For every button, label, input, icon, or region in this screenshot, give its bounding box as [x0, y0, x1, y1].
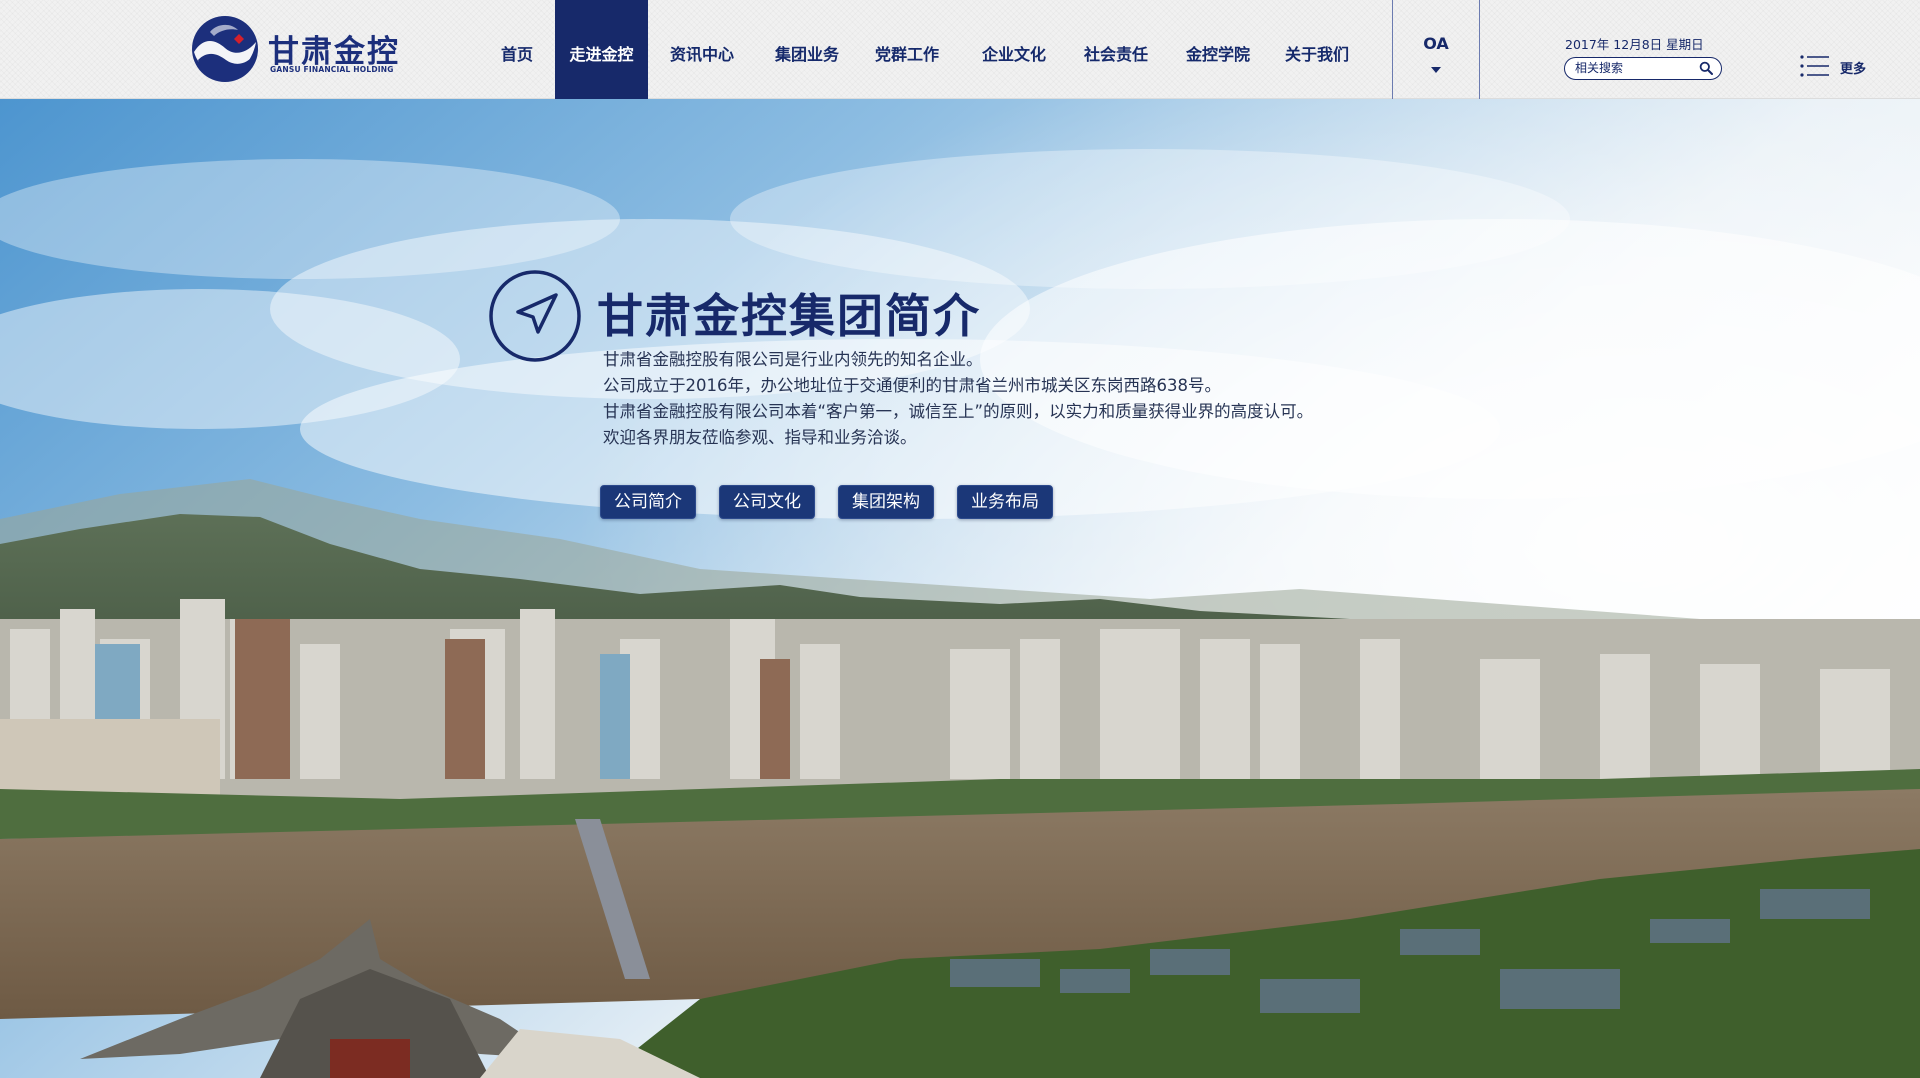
site-logo[interactable]: 甘肃金控 GANSU FINANCIAL HOLDING: [190, 14, 420, 86]
nav-item-academy[interactable]: 金控学院: [1176, 0, 1260, 99]
company-profile-button[interactable]: 公司简介: [600, 485, 696, 519]
nav-item-about-group[interactable]: 走进金控: [555, 0, 648, 99]
more-menu-button[interactable]: 更多: [1800, 54, 1880, 80]
nav-item-home[interactable]: 首页: [495, 0, 539, 99]
intro-line: 甘肃省金融控股有限公司是行业内领先的知名企业。: [603, 350, 983, 369]
intro-title: 甘肃金控集团简介: [597, 289, 981, 343]
search-icon[interactable]: [1699, 61, 1713, 75]
intro-line: 欢迎各界朋友莅临参观、指导和业务洽谈。: [603, 428, 917, 447]
search-box[interactable]: [1564, 57, 1722, 80]
nav-item-party-work[interactable]: 党群工作: [865, 0, 949, 99]
oa-label: OA: [1423, 34, 1449, 53]
logo-mark-icon: [192, 16, 258, 82]
menu-list-icon: [1800, 55, 1829, 77]
nav-item-news-center[interactable]: 资讯中心: [660, 0, 744, 99]
nav-item-corporate-culture[interactable]: 企业文化: [972, 0, 1056, 99]
more-label: 更多: [1840, 62, 1867, 77]
logo-name-en: GANSU FINANCIAL HOLDING: [270, 65, 394, 74]
intro-paragraph: 甘肃省金融控股有限公司是行业内领先的知名企业。 公司成立于2016年，办公地址位…: [603, 347, 1313, 451]
company-culture-button[interactable]: 公司文化: [719, 485, 815, 519]
hero-banner: 甘肃金控集团简介 甘肃省金融控股有限公司是行业内领先的知名企业。 公司成立于20…: [0, 99, 1920, 1078]
intro-line: 甘肃省金融控股有限公司本着“客户第一，诚信至上”的原则，以实力和质量获得业界的高…: [603, 402, 1314, 421]
oa-dropdown[interactable]: OA: [1392, 0, 1480, 99]
group-structure-button[interactable]: 集团架构: [838, 485, 934, 519]
current-date: 2017年 12月8日 星期日: [1565, 37, 1704, 52]
compass-arrow-icon: [489, 270, 581, 362]
nav-item-about-us[interactable]: 关于我们: [1275, 0, 1359, 99]
search-input[interactable]: [1575, 60, 1695, 76]
intro-line: 公司成立于2016年，办公地址位于交通便利的甘肃省兰州市城关区东岗西路638号。: [603, 376, 1221, 395]
site-header: 甘肃金控 GANSU FINANCIAL HOLDING 首页 走进金控 资讯中…: [0, 0, 1920, 99]
business-layout-button[interactable]: 业务布局: [957, 485, 1053, 519]
caret-down-icon: [1431, 67, 1441, 73]
nav-item-group-business[interactable]: 集团业务: [765, 0, 849, 99]
nav-item-social-responsibility[interactable]: 社会责任: [1074, 0, 1158, 99]
intro-section: 甘肃金控集团简介 甘肃省金融控股有限公司是行业内领先的知名企业。 公司成立于20…: [0, 99, 1920, 1078]
